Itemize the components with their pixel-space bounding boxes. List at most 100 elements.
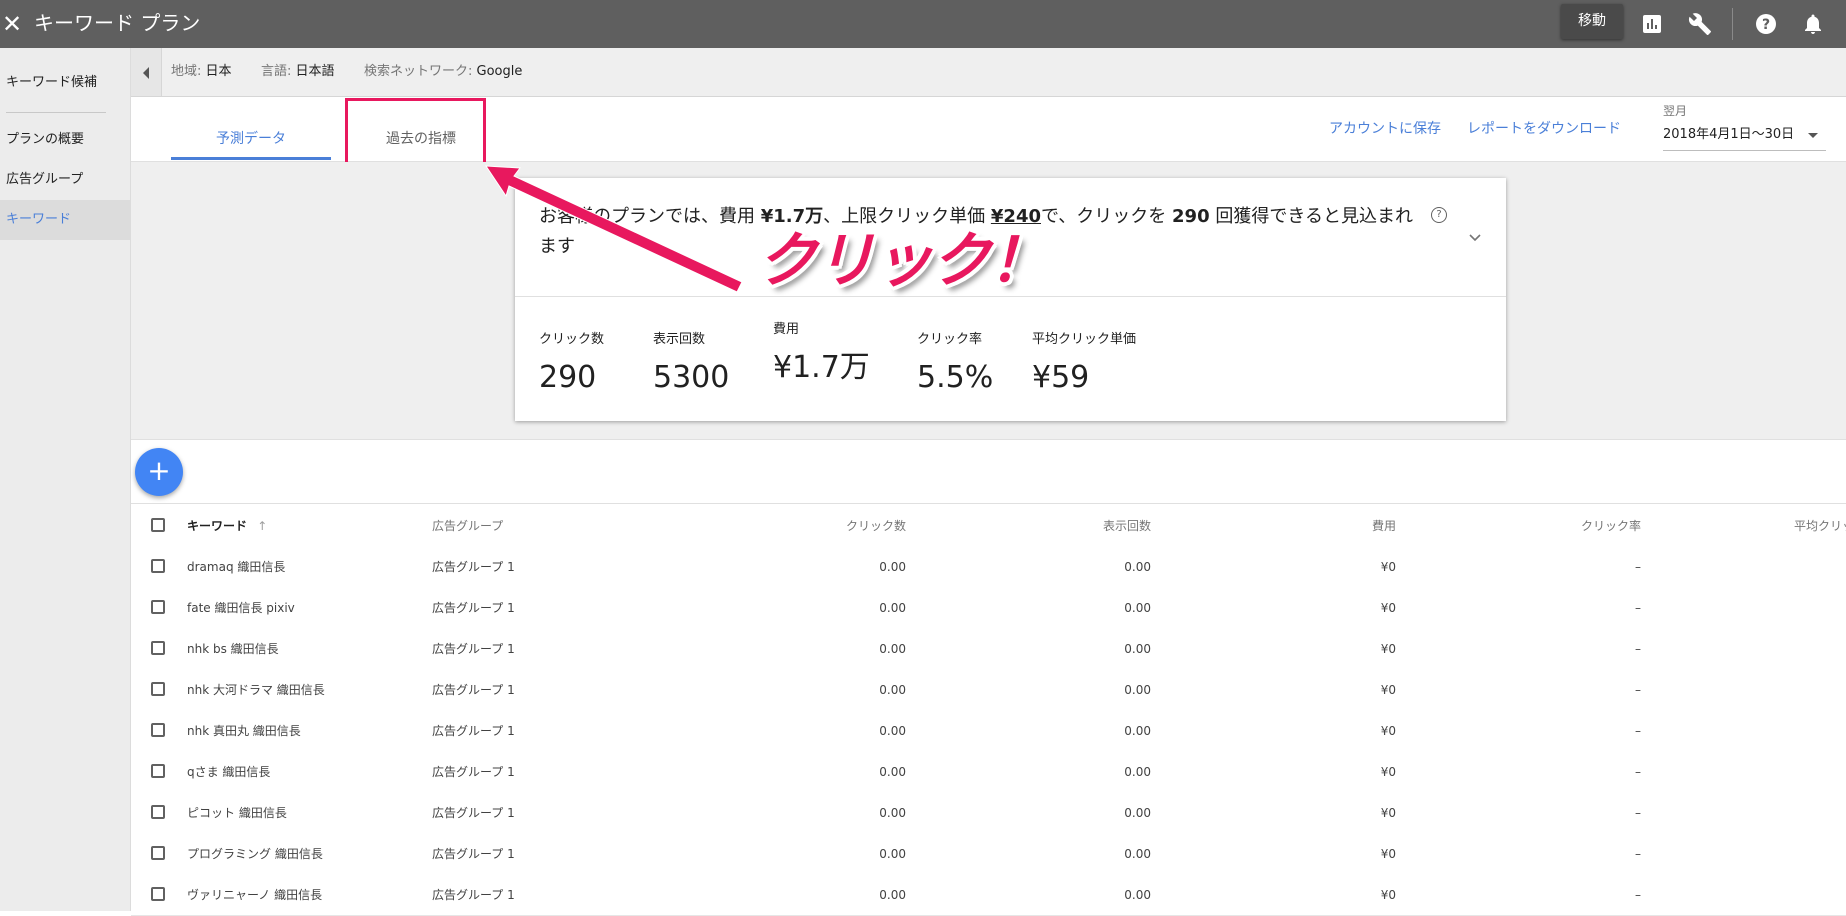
date-range-underline <box>1663 150 1826 151</box>
table-row[interactable]: プログラミング 織田信長 広告グループ 1 0.00 0.00 ¥0 – <box>131 833 1846 875</box>
cell-keyword[interactable]: qさま 織田信長 <box>187 764 270 780</box>
cell-impressions: 0.00 <box>1124 642 1151 656</box>
chevron-left-icon <box>143 67 149 79</box>
cell-keyword[interactable]: nhk bs 織田信長 <box>187 641 279 657</box>
metric-impressions: 表示回数 5300 <box>653 332 730 395</box>
row-checkbox[interactable] <box>151 559 165 573</box>
max-cpc-link[interactable]: ¥240 <box>991 206 1041 227</box>
page-title: キーワード プラン <box>34 11 201 35</box>
cell-keyword[interactable]: fate 織田信長 pixiv <box>187 600 295 616</box>
tab-forecast[interactable]: 予測データ <box>171 129 331 149</box>
sidebar-item-keyword-ideas[interactable]: キーワード候補 <box>0 63 130 103</box>
cell-cost: ¥0 <box>1380 642 1396 656</box>
column-header-avg-cpc[interactable]: 平均クリッ <box>1794 518 1846 534</box>
metric-avg-cpc: 平均クリック単価 ¥59 <box>1032 332 1137 395</box>
cell-impressions: 0.00 <box>1124 847 1151 861</box>
cell-ctr: – <box>1635 560 1641 574</box>
cell-impressions: 0.00 <box>1124 724 1151 738</box>
cell-keyword[interactable]: nhk 大河ドラマ 織田信長 <box>187 682 325 698</box>
dropdown-arrow-icon[interactable] <box>1808 133 1818 138</box>
sort-arrow-icon[interactable]: ↑ <box>257 519 267 533</box>
select-all-checkbox[interactable] <box>151 518 165 532</box>
cell-keyword[interactable]: ヴァリニャーノ 織田信長 <box>187 887 322 903</box>
cell-clicks: 0.00 <box>879 765 906 779</box>
cell-cost: ¥0 <box>1380 888 1396 902</box>
row-checkbox[interactable] <box>151 764 165 778</box>
table-row[interactable]: dramaq 織田信長 広告グループ 1 0.00 0.00 ¥0 – <box>131 546 1846 588</box>
column-header-clicks[interactable]: クリック数 <box>731 518 906 534</box>
date-range-select[interactable]: 2018年4月1日～30日 <box>1663 127 1794 143</box>
column-header-ad-group[interactable]: 広告グループ <box>432 518 503 534</box>
row-checkbox[interactable] <box>151 600 165 614</box>
add-keyword-button[interactable]: + <box>135 448 183 496</box>
cell-ctr: – <box>1635 806 1641 820</box>
table-header: キーワード ↑ 広告グループ クリック数 表示回数 費用 クリック率 平均クリッ <box>131 503 1846 547</box>
region-filter[interactable]: 地域: 日本 <box>171 64 232 80</box>
sidebar-item-keywords[interactable]: キーワード <box>0 200 130 240</box>
annotation-click-label: クリック！ <box>757 226 1049 296</box>
toolbar-divider <box>1732 8 1733 40</box>
table-row[interactable]: nhk 大河ドラマ 織田信長 広告グループ 1 0.00 0.00 ¥0 – <box>131 669 1846 711</box>
table-row[interactable]: nhk 真田丸 織田信長 広告グループ 1 0.00 0.00 ¥0 – <box>131 710 1846 752</box>
column-header-cost[interactable]: 費用 <box>1221 518 1396 534</box>
table-row[interactable]: ピコット 織田信長 広告グループ 1 0.00 0.00 ¥0 – <box>131 792 1846 834</box>
cell-clicks: 0.00 <box>879 601 906 615</box>
language-filter[interactable]: 言語: 日本語 <box>261 64 335 80</box>
cell-ctr: – <box>1635 642 1641 656</box>
network-filter[interactable]: 検索ネットワーク: Google <box>364 64 522 80</box>
row-checkbox[interactable] <box>151 723 165 737</box>
row-checkbox[interactable] <box>151 682 165 696</box>
table-row[interactable]: ヴァリニャーノ 織田信長 広告グループ 1 0.00 0.00 ¥0 – <box>131 874 1846 916</box>
cell-keyword[interactable]: プログラミング 織田信長 <box>187 846 323 862</box>
cell-ad-group: 広告グループ 1 <box>432 560 515 574</box>
cell-cost: ¥0 <box>1380 847 1396 861</box>
cell-ad-group: 広告グループ 1 <box>432 642 515 656</box>
sidebar: キーワード候補 プランの概要 広告グループ キーワード <box>0 48 131 911</box>
row-checkbox[interactable] <box>151 805 165 819</box>
row-checkbox[interactable] <box>151 887 165 901</box>
sidebar-item-ad-groups[interactable]: 広告グループ <box>0 160 130 200</box>
column-header-ctr[interactable]: クリック率 <box>1466 518 1641 534</box>
help-circle-icon[interactable]: ? <box>1431 207 1447 223</box>
cell-clicks: 0.00 <box>879 683 906 697</box>
cell-cost: ¥0 <box>1380 765 1396 779</box>
column-header-keyword[interactable]: キーワード ↑ <box>187 518 267 534</box>
row-checkbox[interactable] <box>151 846 165 860</box>
cell-ad-group: 広告グループ 1 <box>432 847 515 861</box>
cell-clicks: 0.00 <box>879 888 906 902</box>
save-to-account-link[interactable]: アカウントに保存 <box>1329 120 1441 138</box>
reports-icon[interactable] <box>1640 12 1664 36</box>
notifications-bell-icon[interactable] <box>1801 12 1825 36</box>
svg-text:?: ? <box>1762 17 1770 33</box>
row-checkbox[interactable] <box>151 641 165 655</box>
help-icon[interactable]: ? <box>1754 12 1778 36</box>
top-app-bar: ✕ キーワード プラン 移動 ? <box>0 0 1846 48</box>
cell-impressions: 0.00 <box>1124 765 1151 779</box>
download-report-link[interactable]: レポートをダウンロード <box>1467 120 1621 138</box>
cell-ad-group: 広告グループ 1 <box>432 724 515 738</box>
cell-ad-group: 広告グループ 1 <box>432 888 515 902</box>
cell-ctr: – <box>1635 847 1641 861</box>
chevron-down-icon[interactable] <box>1467 230 1483 246</box>
sidebar-item-plan-overview[interactable]: プランの概要 <box>0 120 130 160</box>
cell-ctr: – <box>1635 601 1641 615</box>
move-button[interactable]: 移動 <box>1561 4 1623 39</box>
cell-ad-group: 広告グループ 1 <box>432 601 515 615</box>
table-row[interactable]: qさま 織田信長 広告グループ 1 0.00 0.00 ¥0 – <box>131 751 1846 793</box>
collapse-sidebar-button[interactable] <box>131 48 162 96</box>
close-icon[interactable]: ✕ <box>2 6 22 42</box>
cell-keyword[interactable]: nhk 真田丸 織田信長 <box>187 723 301 739</box>
table-row[interactable]: fate 織田信長 pixiv 広告グループ 1 0.00 0.00 ¥0 – <box>131 587 1846 629</box>
forecast-summary-card: お客様のプランでは、費用 ¥1.7万、上限クリック単価 ¥240で、クリックを … <box>515 178 1506 421</box>
cell-keyword[interactable]: ピコット 織田信長 <box>187 805 287 821</box>
table-row[interactable]: nhk bs 織田信長 広告グループ 1 0.00 0.00 ¥0 – <box>131 628 1846 670</box>
tools-wrench-icon[interactable] <box>1688 12 1712 36</box>
cell-keyword[interactable]: dramaq 織田信長 <box>187 559 285 575</box>
cell-ctr: – <box>1635 888 1641 902</box>
cell-cost: ¥0 <box>1380 560 1396 574</box>
cell-clicks: 0.00 <box>879 847 906 861</box>
cell-ctr: – <box>1635 683 1641 697</box>
column-header-impressions[interactable]: 表示回数 <box>976 518 1151 534</box>
date-range-label: 翌月 <box>1663 104 1688 118</box>
cell-impressions: 0.00 <box>1124 888 1151 902</box>
